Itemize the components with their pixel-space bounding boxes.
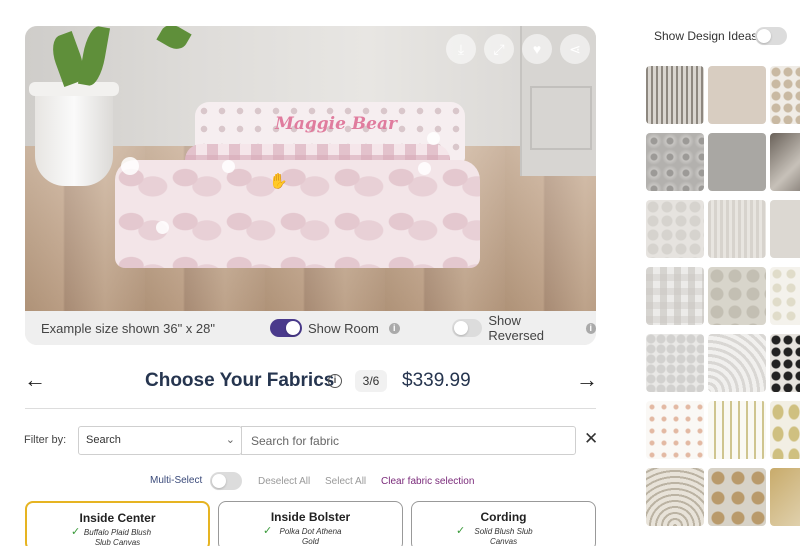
filter-select[interactable]: Search ⌄: [78, 426, 242, 455]
part-card-fabric: Polka Dot Athena Gold: [279, 527, 342, 546]
product-viewer[interactable]: Maggie Bear ✋ ⤓ ⤢ ♥ ⋖ Example size shown…: [25, 26, 596, 345]
cabinet-drawer: [530, 86, 592, 150]
part-card-title: Cording: [480, 510, 527, 524]
fabric-swatch[interactable]: [708, 401, 766, 459]
multi-select-label: Multi-Select: [150, 475, 203, 486]
info-icon[interactable]: i: [328, 374, 342, 388]
show-reversed-toggle[interactable]: [452, 319, 483, 337]
part-card-title: Inside Center: [79, 511, 156, 525]
fabric-swatch[interactable]: [770, 468, 800, 526]
select-all-link[interactable]: Select All: [325, 476, 366, 487]
bed-front[interactable]: [115, 160, 480, 268]
show-reversed-label: Show Reversed: [488, 313, 545, 343]
show-design-ideas-label: Show Design Ideas: [654, 29, 758, 43]
hotspot[interactable]: [156, 221, 169, 234]
part-card-title: Inside Bolster: [270, 510, 351, 524]
deselect-all-link[interactable]: Deselect All: [258, 476, 310, 487]
part-card-inside-center[interactable]: ✓ Inside Center Buffalo Plaid Blush Slub …: [25, 501, 210, 546]
part-card-fabric: Buffalo Plaid Blush Slub Canvas: [83, 528, 152, 546]
close-icon[interactable]: ✕: [584, 429, 598, 449]
fabric-swatch[interactable]: [770, 66, 800, 124]
room-scene[interactable]: Maggie Bear ✋ ⤓ ⤢ ♥ ⋖: [25, 26, 596, 311]
check-icon: ✓: [71, 526, 81, 538]
fabric-swatch[interactable]: [708, 66, 766, 124]
fabric-swatch[interactable]: [770, 401, 800, 459]
heart-icon[interactable]: ♥: [522, 34, 552, 64]
fabric-swatch[interactable]: [770, 334, 800, 392]
divider: [25, 408, 596, 409]
filter-select-value: Search: [86, 434, 121, 446]
part-card-inside-bolster[interactable]: ✓ Inside Bolster Polka Dot Athena Gold: [218, 501, 403, 546]
fabric-swatch[interactable]: [646, 133, 704, 191]
show-room-option[interactable]: Show Room i: [270, 319, 400, 337]
part-card-cording[interactable]: ✓ Cording Solid Blush Slub Canvas: [411, 501, 596, 546]
fabric-swatch[interactable]: [770, 267, 800, 325]
info-icon[interactable]: i: [388, 322, 400, 334]
hotspot[interactable]: [418, 162, 431, 175]
check-icon: ✓: [456, 525, 466, 537]
fabric-swatch[interactable]: [708, 200, 766, 258]
share-icon[interactable]: ⋖: [560, 34, 590, 64]
fabric-swatch[interactable]: [708, 267, 766, 325]
section-title: Choose Your Fabrics: [145, 370, 335, 391]
show-design-ideas-toggle[interactable]: [755, 27, 787, 45]
prev-step-arrow-icon[interactable]: ←: [24, 369, 46, 391]
expand-icon[interactable]: ⤢: [484, 34, 514, 64]
hotspot[interactable]: [427, 132, 440, 145]
fabric-swatch[interactable]: [646, 66, 704, 124]
fabric-swatch[interactable]: [770, 133, 800, 191]
clear-fabric-selection-link[interactable]: Clear fabric selection: [381, 476, 474, 487]
show-reversed-option[interactable]: Show Reversed i: [452, 313, 596, 343]
hotspot[interactable]: [222, 160, 235, 173]
hotspot[interactable]: [121, 157, 139, 175]
size-note: Example size shown 36" x 28": [41, 320, 215, 336]
part-card-fabric: Solid Blush Slub Canvas: [474, 527, 533, 546]
fabric-swatch[interactable]: [646, 200, 704, 258]
fabric-swatch[interactable]: [646, 468, 704, 526]
next-step-arrow-icon[interactable]: →: [576, 369, 598, 391]
info-icon[interactable]: i: [585, 322, 596, 334]
fabric-search-input[interactable]: [241, 426, 576, 455]
chevron-down-icon: ⌄: [225, 434, 235, 446]
fabric-swatch[interactable]: [646, 267, 704, 325]
fabric-swatch[interactable]: [770, 200, 800, 258]
dog-bed-model[interactable]: Maggie Bear: [115, 102, 480, 270]
embroidered-name: Maggie Bear: [275, 114, 397, 134]
fabric-swatch[interactable]: [708, 133, 766, 191]
show-room-label: Show Room: [308, 320, 379, 336]
viewer-options-bar: Example size shown 36" x 28" Show Room i…: [25, 311, 596, 345]
plant-pot: [29, 82, 119, 186]
page: Maggie Bear ✋ ⤓ ⤢ ♥ ⋖ Example size shown…: [0, 0, 800, 546]
download-icon[interactable]: ⤓: [446, 34, 476, 64]
fabric-swatch-grid: [646, 66, 800, 546]
fabric-swatch[interactable]: [708, 334, 766, 392]
multi-select-toggle[interactable]: [210, 472, 242, 490]
step-indicator: 3/6: [355, 370, 387, 392]
fabric-swatch[interactable]: [646, 401, 704, 459]
check-icon: ✓: [263, 525, 273, 537]
grab-cursor-icon: ✋: [269, 173, 288, 190]
filter-label: Filter by:: [24, 434, 67, 446]
price: $339.99: [402, 370, 471, 391]
fabric-swatch[interactable]: [708, 468, 766, 526]
show-room-toggle[interactable]: [270, 319, 302, 337]
fabric-swatch[interactable]: [646, 334, 704, 392]
